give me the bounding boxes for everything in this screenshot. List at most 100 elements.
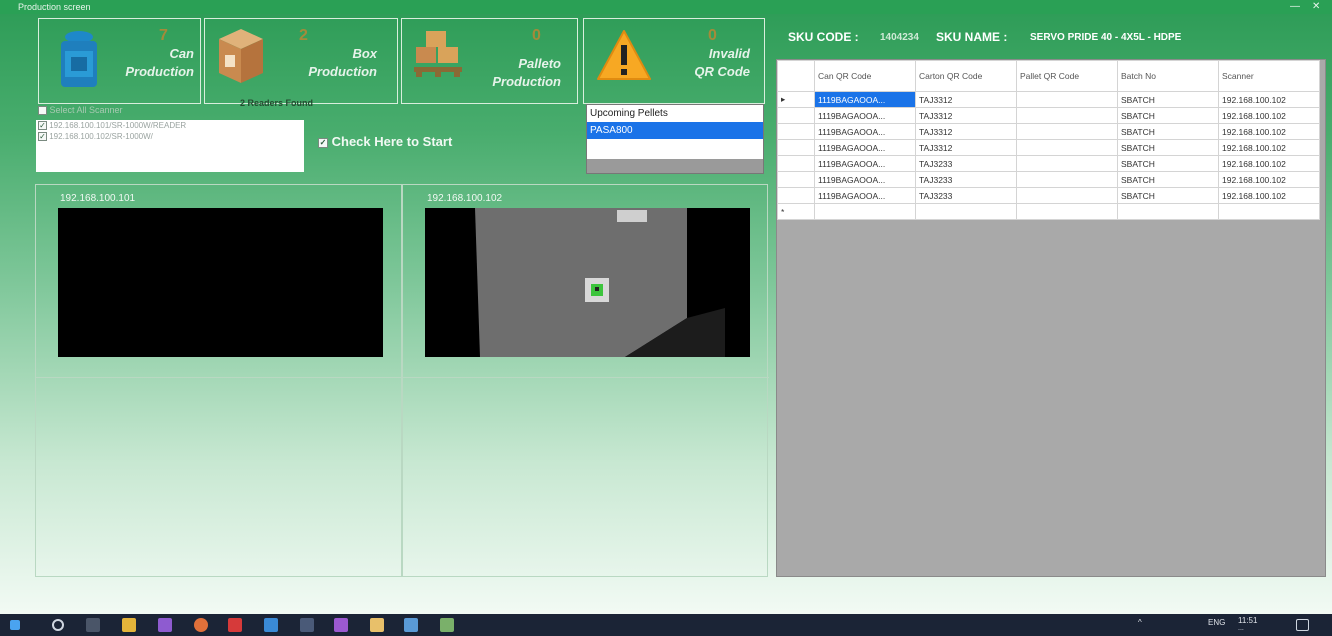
minimize-button[interactable]: —: [1290, 0, 1300, 14]
table-cell[interactable]: 1119BAGAOOA...: [814, 123, 916, 140]
table-cell[interactable]: [1016, 155, 1118, 172]
select-all-checkbox[interactable]: [38, 106, 47, 116]
upcoming-pallets-list[interactable]: Upcoming Pellets PASA800: [586, 104, 764, 174]
table-cell[interactable]: [915, 203, 1017, 220]
table-cell[interactable]: [1117, 203, 1219, 220]
table-cell[interactable]: 1119BAGAOOA...: [814, 91, 916, 108]
divider: [403, 377, 769, 378]
table-cell[interactable]: [1016, 203, 1118, 220]
app-yellow-icon[interactable]: [370, 618, 384, 632]
app-blue-icon[interactable]: [264, 618, 278, 632]
can-label-2: Production: [125, 64, 194, 79]
table-cell[interactable]: 192.168.100.102: [1218, 171, 1320, 188]
table-cell[interactable]: 1119BAGAOOA...: [814, 171, 916, 188]
table-row[interactable]: 1119BAGAOOA... TAJ3312 SBATCH 192.168.100.1…: [777, 123, 1320, 140]
select-all-scanner[interactable]: Select All Scanner: [38, 105, 123, 116]
camera-feed-2: [425, 208, 750, 357]
table-cell[interactable]: 192.168.100.102: [1218, 91, 1320, 108]
col-scanner[interactable]: Scanner: [1218, 60, 1320, 92]
visual-studio-icon[interactable]: [158, 618, 172, 632]
upcoming-pallet-item[interactable]: PASA800: [587, 122, 763, 139]
file-explorer-icon[interactable]: [122, 618, 136, 632]
start-check[interactable]: ✓ Check Here to Start: [318, 134, 452, 149]
table-cell[interactable]: 192.168.100.102: [1218, 123, 1320, 140]
row-header[interactable]: [777, 171, 815, 188]
table-cell[interactable]: 192.168.100.102: [1218, 107, 1320, 124]
pallet-icon: [412, 27, 464, 88]
table-cell[interactable]: 1119BAGAOOA...: [814, 155, 916, 172]
row-header[interactable]: [777, 187, 815, 204]
col-pallet-qr[interactable]: Pallet QR Code: [1016, 60, 1118, 92]
table-cell[interactable]: TAJ3233: [915, 171, 1017, 188]
table-row[interactable]: 1119BAGAOOA... TAJ3233 SBATCH 192.168.100.1…: [777, 155, 1320, 172]
app-green-icon[interactable]: [440, 618, 454, 632]
table-cell[interactable]: SBATCH: [1117, 155, 1219, 172]
table-cell[interactable]: [1016, 187, 1118, 204]
row-header[interactable]: [777, 155, 815, 172]
table-row[interactable]: ▸ 1119BAGAOOA... TAJ3312 SBATCH 192.168.100.…: [777, 91, 1320, 108]
row-header[interactable]: [777, 123, 815, 140]
table-cell[interactable]: [814, 203, 916, 220]
table-cell[interactable]: 1119BAGAOOA...: [814, 139, 916, 156]
table-cell[interactable]: TAJ3312: [915, 107, 1017, 124]
table-cell[interactable]: 1119BAGAOOA...: [814, 107, 916, 124]
row-header[interactable]: [777, 139, 815, 156]
col-can-qr[interactable]: Can QR Code: [814, 60, 916, 92]
row-header[interactable]: [777, 107, 815, 124]
scanner-item[interactable]: ✓ 192.168.100.102/SR-1000W/: [36, 131, 304, 142]
start-checkbox[interactable]: ✓: [318, 137, 328, 148]
table-cell[interactable]: 192.168.100.102: [1218, 155, 1320, 172]
table-row[interactable]: 1119BAGAOOA... TAJ3312 SBATCH 192.168.100.1…: [777, 139, 1320, 156]
new-row[interactable]: *: [777, 203, 1320, 220]
table-cell[interactable]: 1119BAGAOOA...: [814, 187, 916, 204]
table-row[interactable]: 1119BAGAOOA... TAJ3233 SBATCH 192.168.100.1…: [777, 171, 1320, 188]
windows-start-icon[interactable]: [10, 620, 20, 630]
table-cell[interactable]: SBATCH: [1117, 91, 1219, 108]
scanner-checkbox[interactable]: ✓: [38, 121, 47, 131]
table-cell[interactable]: [1016, 171, 1118, 188]
table-cell[interactable]: [1016, 123, 1118, 140]
data-grid[interactable]: Can QR Code Carton QR Code Pallet QR Cod…: [776, 59, 1326, 577]
clock-date[interactable]: ...: [1238, 625, 1244, 632]
table-cell[interactable]: SBATCH: [1117, 139, 1219, 156]
table-row[interactable]: 1119BAGAOOA... TAJ3312 SBATCH 192.168.100.1…: [777, 107, 1320, 124]
table-cell[interactable]: [1218, 203, 1320, 220]
table-cell[interactable]: [1016, 91, 1118, 108]
table-cell[interactable]: [1016, 107, 1118, 124]
col-batch-no[interactable]: Batch No: [1117, 60, 1219, 92]
table-cell[interactable]: SBATCH: [1117, 123, 1219, 140]
scanner-checkbox[interactable]: ✓: [38, 132, 47, 142]
table-cell[interactable]: 192.168.100.102: [1218, 139, 1320, 156]
pallet-label-1: Palleto: [518, 56, 561, 71]
table-cell[interactable]: TAJ3312: [915, 123, 1017, 140]
scanner-list[interactable]: ✓ 192.168.100.101/SR-1000W/READER ✓ 192.…: [36, 120, 304, 172]
table-cell[interactable]: SBATCH: [1117, 107, 1219, 124]
new-row-marker[interactable]: *: [777, 203, 815, 220]
close-button[interactable]: ✕: [1312, 0, 1320, 14]
scanner-item[interactable]: ✓ 192.168.100.101/SR-1000W/READER: [36, 120, 304, 131]
tray-chevron-icon[interactable]: ^: [1138, 618, 1142, 627]
table-cell[interactable]: [1016, 139, 1118, 156]
app-save-icon[interactable]: [404, 618, 418, 632]
table-cell[interactable]: 192.168.100.102: [1218, 187, 1320, 204]
col-carton-qr[interactable]: Carton QR Code: [915, 60, 1017, 92]
table-cell[interactable]: SBATCH: [1117, 187, 1219, 204]
table-cell[interactable]: TAJ3233: [915, 155, 1017, 172]
row-header[interactable]: ▸: [777, 91, 815, 108]
app-red-icon[interactable]: [228, 618, 242, 632]
table-cell[interactable]: TAJ3312: [915, 91, 1017, 108]
table-row[interactable]: 1119BAGAOOA... TAJ3233 SBATCH 192.168.100.1…: [777, 187, 1320, 204]
title-bar: Production screen — ✕: [0, 0, 1332, 14]
notification-icon[interactable]: [1296, 619, 1309, 631]
search-icon[interactable]: [52, 619, 64, 631]
table-cell[interactable]: TAJ3233: [915, 187, 1017, 204]
table-cell[interactable]: TAJ3312: [915, 139, 1017, 156]
language-indicator[interactable]: ENG: [1208, 618, 1225, 627]
app-purple-icon[interactable]: [334, 618, 348, 632]
table-cell[interactable]: SBATCH: [1117, 171, 1219, 188]
clock-time[interactable]: 11:51: [1238, 616, 1257, 625]
task-view-icon[interactable]: [86, 618, 100, 632]
browser-icon[interactable]: [194, 618, 208, 632]
upcoming-pallets-header: Upcoming Pellets: [590, 108, 668, 119]
app-tool-icon[interactable]: [300, 618, 314, 632]
